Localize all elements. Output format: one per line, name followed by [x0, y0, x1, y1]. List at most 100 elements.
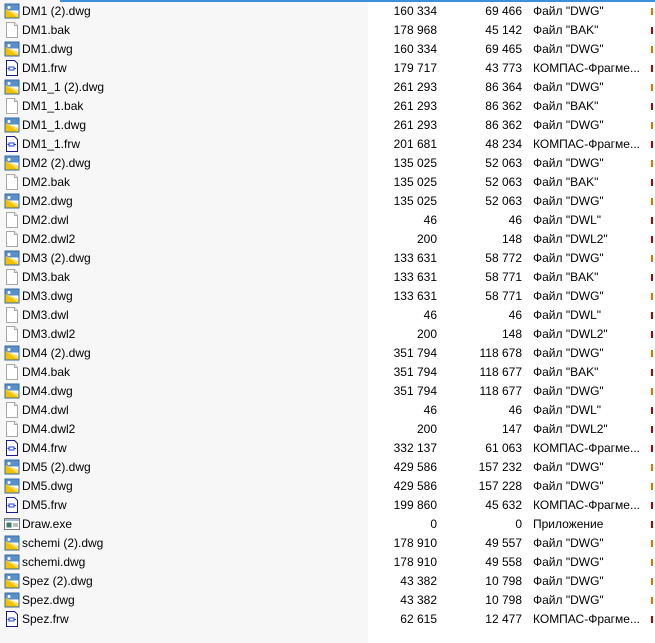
file-row[interactable]: DM5.frw 199 860 45 632 КОМПАС-Фрагме... — [0, 496, 655, 515]
file-type: Файл "BAK" — [533, 99, 599, 113]
file-row[interactable]: DM1.frw 179 717 43 773 КОМПАС-Фрагме... — [0, 59, 655, 78]
file-packed-size: 46 — [508, 403, 522, 417]
file-type: Файл "DWL2" — [533, 327, 608, 341]
file-row[interactable]: DM2.dwl 46 46 Файл "DWL" — [0, 211, 655, 230]
clipped-column-mark — [651, 46, 655, 53]
clipped-column-mark — [651, 578, 655, 585]
file-name: DM3.bak — [22, 270, 71, 284]
file-packed-size: 45 142 — [485, 23, 522, 37]
file-row[interactable]: DM3.bak 133 631 58 771 Файл "BAK" — [0, 268, 655, 287]
file-packed-size: 46 — [508, 308, 522, 322]
file-size: 178 910 — [393, 536, 437, 550]
file-row[interactable]: Spez.frw 62 615 12 477 КОМПАС-Фрагме... — [0, 610, 655, 629]
file-row[interactable]: DM1_1.frw 201 681 48 234 КОМПАС-Фрагме..… — [0, 135, 655, 154]
file-name: Spez.dwg — [22, 593, 75, 607]
file-row[interactable]: DM4.bak 351 794 118 677 Файл "BAK" — [0, 363, 655, 382]
file-size: 46 — [423, 308, 437, 322]
file-size: 43 382 — [400, 593, 437, 607]
file-row[interactable]: DM3.dwg 133 631 58 771 Файл "DWG" — [0, 287, 655, 306]
file-type: Файл "DWG" — [533, 555, 604, 569]
file-row[interactable]: DM3 (2).dwg 133 631 58 772 Файл "DWG" — [0, 249, 655, 268]
file-packed-size: 86 362 — [485, 99, 522, 113]
clipped-column-mark — [651, 331, 655, 338]
file-list[interactable]: DM1 (2).dwg 160 334 69 466 Файл "DWG" DM… — [0, 2, 655, 629]
file-type: Файл "DWG" — [533, 593, 604, 607]
file-name: DM1.dwg — [22, 42, 73, 56]
file-name: DM5 (2).dwg — [22, 460, 91, 474]
blank-file-icon — [4, 269, 20, 285]
file-type: Файл "BAK" — [533, 23, 599, 37]
file-name: schemi.dwg — [22, 555, 86, 569]
file-size: 46 — [423, 403, 437, 417]
file-type: Файл "DWL" — [533, 403, 602, 417]
file-type: Файл "DWG" — [533, 80, 604, 94]
file-size: 0 — [430, 517, 437, 531]
file-name: Spez (2).dwg — [22, 574, 93, 588]
file-row[interactable]: DM4 (2).dwg 351 794 118 678 Файл "DWG" — [0, 344, 655, 363]
file-row[interactable]: Spez (2).dwg 43 382 10 798 Файл "DWG" — [0, 572, 655, 591]
file-name: DM2.bak — [22, 175, 71, 189]
file-row[interactable]: DM4.dwl2 200 147 Файл "DWL2" — [0, 420, 655, 439]
file-row[interactable]: DM2.bak 135 025 52 063 Файл "BAK" — [0, 173, 655, 192]
file-packed-size: 118 678 — [479, 346, 523, 360]
blank-file-icon — [4, 307, 20, 323]
file-name: DM3.dwg — [22, 289, 73, 303]
file-row[interactable]: DM4.dwl 46 46 Файл "DWL" — [0, 401, 655, 420]
file-type: Файл "DWG" — [533, 346, 604, 360]
frw-file-icon — [4, 136, 20, 152]
file-row[interactable]: DM3.dwl2 200 148 Файл "DWL2" — [0, 325, 655, 344]
clipped-column-mark — [651, 198, 655, 205]
file-row[interactable]: Spez.dwg 43 382 10 798 Файл "DWG" — [0, 591, 655, 610]
file-size: 178 968 — [393, 23, 437, 37]
file-row[interactable]: Draw.exe 0 0 Приложение — [0, 515, 655, 534]
file-row[interactable]: DM2 (2).dwg 135 025 52 063 Файл "DWG" — [0, 154, 655, 173]
file-name: DM4.bak — [22, 365, 71, 379]
file-size: 429 586 — [393, 460, 437, 474]
file-type: Файл "DWL" — [533, 308, 602, 322]
file-packed-size: 0 — [515, 517, 522, 531]
file-type: КОМПАС-Фрагме... — [533, 137, 640, 151]
clipped-column-mark — [651, 407, 655, 414]
file-row[interactable]: DM1_1.dwg 261 293 86 362 Файл "DWG" — [0, 116, 655, 135]
dwg-file-icon — [4, 573, 20, 589]
file-name: DM1.frw — [22, 61, 67, 75]
file-name: schemi (2).dwg — [22, 536, 104, 550]
file-row[interactable]: DM4.frw 332 137 61 063 КОМПАС-Фрагме... — [0, 439, 655, 458]
file-packed-size: 45 632 — [485, 498, 522, 512]
file-packed-size: 61 063 — [485, 441, 522, 455]
blank-file-icon — [4, 22, 20, 38]
file-packed-size: 52 063 — [485, 194, 522, 208]
clipped-column-mark — [651, 255, 655, 262]
file-row[interactable]: schemi.dwg 178 910 49 558 Файл "DWG" — [0, 553, 655, 572]
file-row[interactable]: DM1_1 (2).dwg 261 293 86 364 Файл "DWG" — [0, 78, 655, 97]
file-packed-size: 10 798 — [485, 574, 522, 588]
file-row[interactable]: DM2.dwl2 200 148 Файл "DWL2" — [0, 230, 655, 249]
dwg-file-icon — [4, 41, 20, 57]
file-row[interactable]: DM3.dwl 46 46 Файл "DWL" — [0, 306, 655, 325]
file-name: DM4.frw — [22, 441, 67, 455]
file-packed-size: 157 232 — [478, 460, 522, 474]
file-packed-size: 147 — [501, 422, 522, 436]
clipped-column-mark — [651, 540, 655, 547]
file-row[interactable]: DM2.dwg 135 025 52 063 Файл "DWG" — [0, 192, 655, 211]
clipped-column-mark — [651, 179, 655, 186]
dwg-file-icon — [4, 3, 20, 19]
clipped-column-mark — [651, 559, 655, 566]
file-packed-size: 10 798 — [485, 593, 522, 607]
file-packed-size: 46 — [508, 213, 522, 227]
clipped-column-mark — [651, 236, 655, 243]
file-row[interactable]: DM1_1.bak 261 293 86 362 Файл "BAK" — [0, 97, 655, 116]
file-name: DM3 (2).dwg — [22, 251, 91, 265]
clipped-column-mark — [651, 141, 655, 148]
file-row[interactable]: DM5.dwg 429 586 157 228 Файл "DWG" — [0, 477, 655, 496]
file-size: 160 334 — [393, 42, 437, 56]
file-row[interactable]: schemi (2).dwg 178 910 49 557 Файл "DWG" — [0, 534, 655, 553]
exe-file-icon — [4, 516, 20, 532]
blank-file-icon — [4, 231, 20, 247]
file-row[interactable]: DM1.bak 178 968 45 142 Файл "BAK" — [0, 21, 655, 40]
file-row[interactable]: DM4.dwg 351 794 118 677 Файл "DWG" — [0, 382, 655, 401]
file-row[interactable]: DM1.dwg 160 334 69 465 Файл "DWG" — [0, 40, 655, 59]
file-name: DM4 (2).dwg — [22, 346, 91, 360]
file-row[interactable]: DM1 (2).dwg 160 334 69 466 Файл "DWG" — [0, 2, 655, 21]
file-row[interactable]: DM5 (2).dwg 429 586 157 232 Файл "DWG" — [0, 458, 655, 477]
